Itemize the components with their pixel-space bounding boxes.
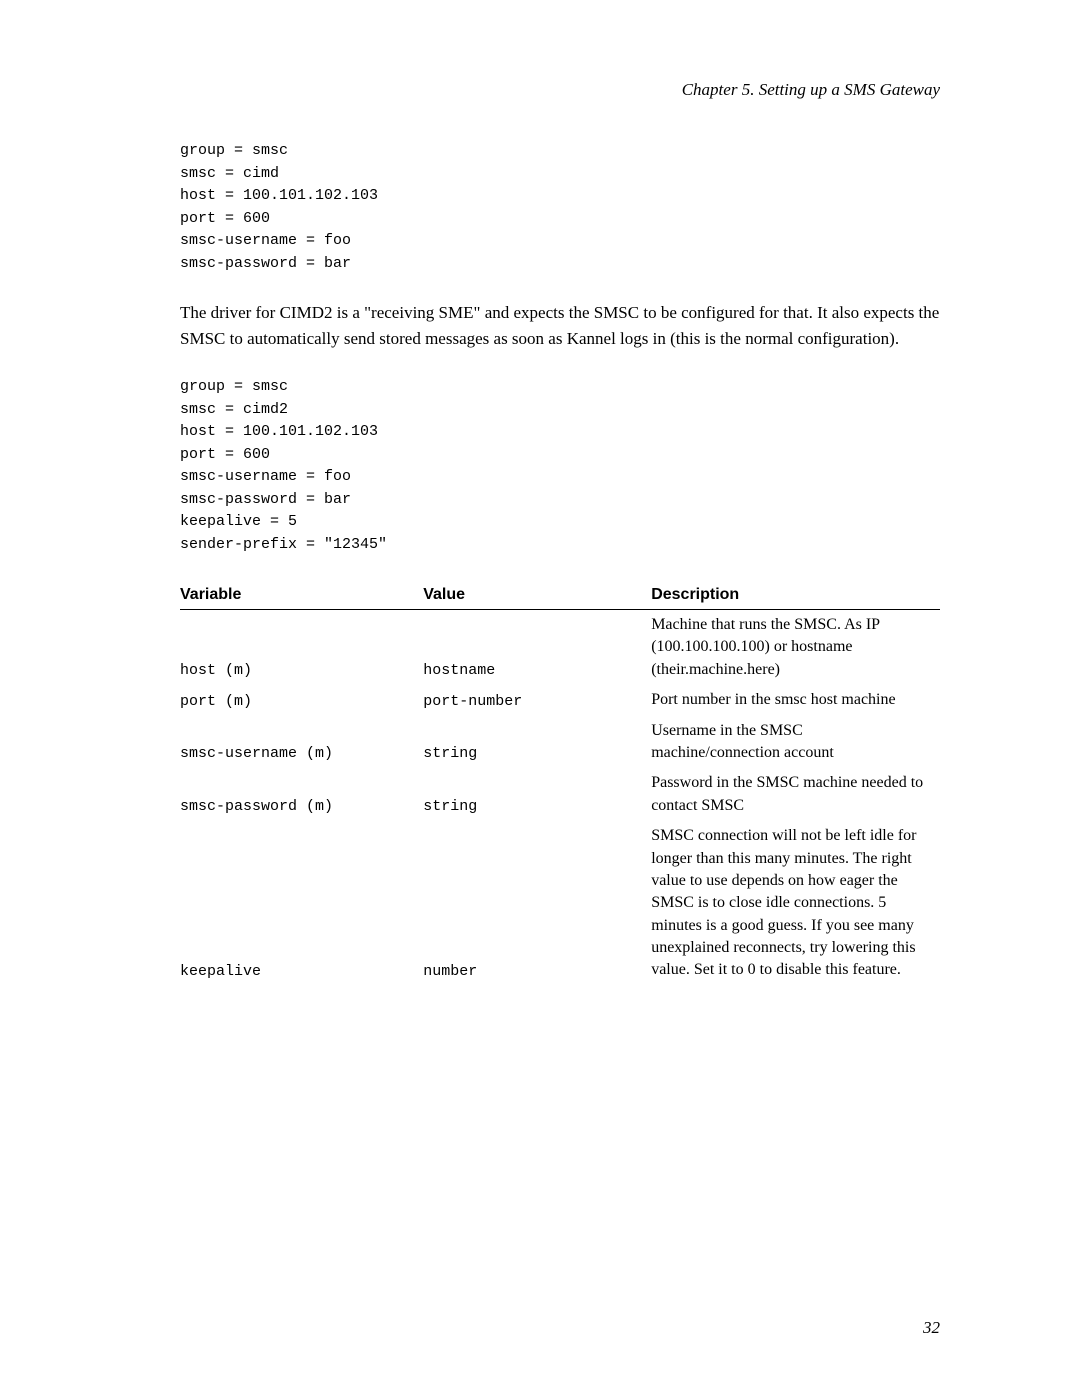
cell-description: Machine that runs the SMSC. As IP (100.1…: [651, 610, 940, 686]
table-header-row: Variable Value Description: [180, 581, 940, 610]
table-row: keepalive number SMSC connection will no…: [180, 821, 940, 986]
paragraph-1: The driver for CIMD2 is a "receiving SME…: [180, 300, 940, 351]
code-block-1: group = smsc smsc = cimd host = 100.101.…: [180, 140, 940, 275]
cell-variable: smsc-username (m): [180, 716, 423, 769]
cell-variable: keepalive: [180, 821, 423, 986]
table-row: smsc-username (m) string Username in the…: [180, 716, 940, 769]
cell-description: Username in the SMSC machine/connection …: [651, 716, 940, 769]
table-row: smsc-password (m) string Password in the…: [180, 768, 940, 821]
th-value: Value: [423, 581, 651, 610]
variable-table: Variable Value Description host (m) host…: [180, 581, 940, 986]
cell-value: string: [423, 716, 651, 769]
th-variable: Variable: [180, 581, 423, 610]
cell-description: Password in the SMSC machine needed to c…: [651, 768, 940, 821]
cell-variable: port (m): [180, 685, 423, 715]
cell-value: port-number: [423, 685, 651, 715]
cell-value: hostname: [423, 610, 651, 686]
table-row: port (m) port-number Port number in the …: [180, 685, 940, 715]
cell-value: string: [423, 768, 651, 821]
cell-value: number: [423, 821, 651, 986]
cell-description: SMSC connection will not be left idle fo…: [651, 821, 940, 986]
chapter-header: Chapter 5. Setting up a SMS Gateway: [180, 80, 940, 100]
cell-variable: host (m): [180, 610, 423, 686]
code-block-2: group = smsc smsc = cimd2 host = 100.101…: [180, 376, 940, 556]
cell-description: Port number in the smsc host machine: [651, 685, 940, 715]
th-description: Description: [651, 581, 940, 610]
cell-variable: smsc-password (m): [180, 768, 423, 821]
table-row: host (m) hostname Machine that runs the …: [180, 610, 940, 686]
page-number: 32: [923, 1318, 940, 1338]
